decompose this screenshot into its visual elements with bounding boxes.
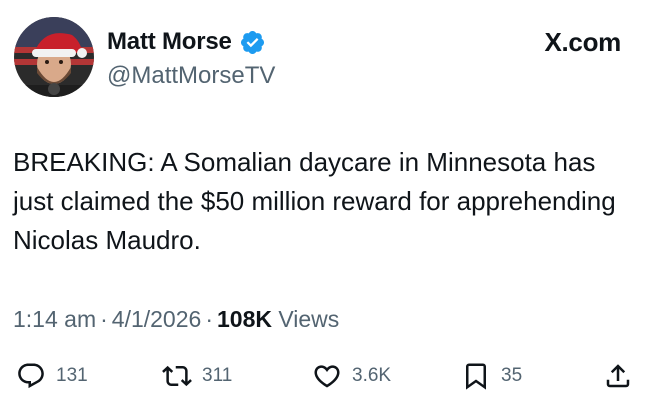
author-handle[interactable]: @MattMorseTV [107,61,275,91]
views-label: Views [278,306,340,332]
tweet-time[interactable]: 1:14 am [13,306,96,332]
views-count: 108K [216,306,272,332]
author-display-name[interactable]: Matt Morse [107,26,232,58]
heart-icon [314,365,340,388]
meta-separator: · [100,306,108,332]
like-button[interactable]: 3.6K [312,358,391,394]
tweet-card: Matt Morse @MattMorseTV X.com BREAKING: … [0,0,650,419]
meta-separator: · [205,306,213,332]
reply-count: 131 [56,365,88,386]
share-icon [606,364,630,388]
reply-icon [18,363,44,389]
author-name-row: Matt Morse [107,26,266,58]
tweet-date[interactable]: 4/1/2026 [112,306,202,332]
tweet-actions: 131 311 3.6K 35 [0,358,650,394]
avatar-image [14,17,94,97]
tweet-text: BREAKING: A Somalian daycare in Minnesot… [13,147,616,255]
like-count: 3.6K [352,365,392,386]
repost-count: 311 [202,365,233,386]
reply-button[interactable]: 131 [16,358,88,394]
bookmark-count: 35 [501,365,523,386]
tweet-meta: 1:14 am · 4/1/2026 · 108K Views [13,303,339,335]
repost-button[interactable]: 311 [162,358,232,394]
share-button[interactable] [603,358,633,394]
verified-badge-icon [239,29,266,56]
avatar[interactable] [14,17,94,97]
bookmark-button[interactable]: 35 [461,358,522,394]
bookmark-icon [466,363,486,390]
source-label: X.com [544,27,621,57]
repost-icon [162,365,192,387]
